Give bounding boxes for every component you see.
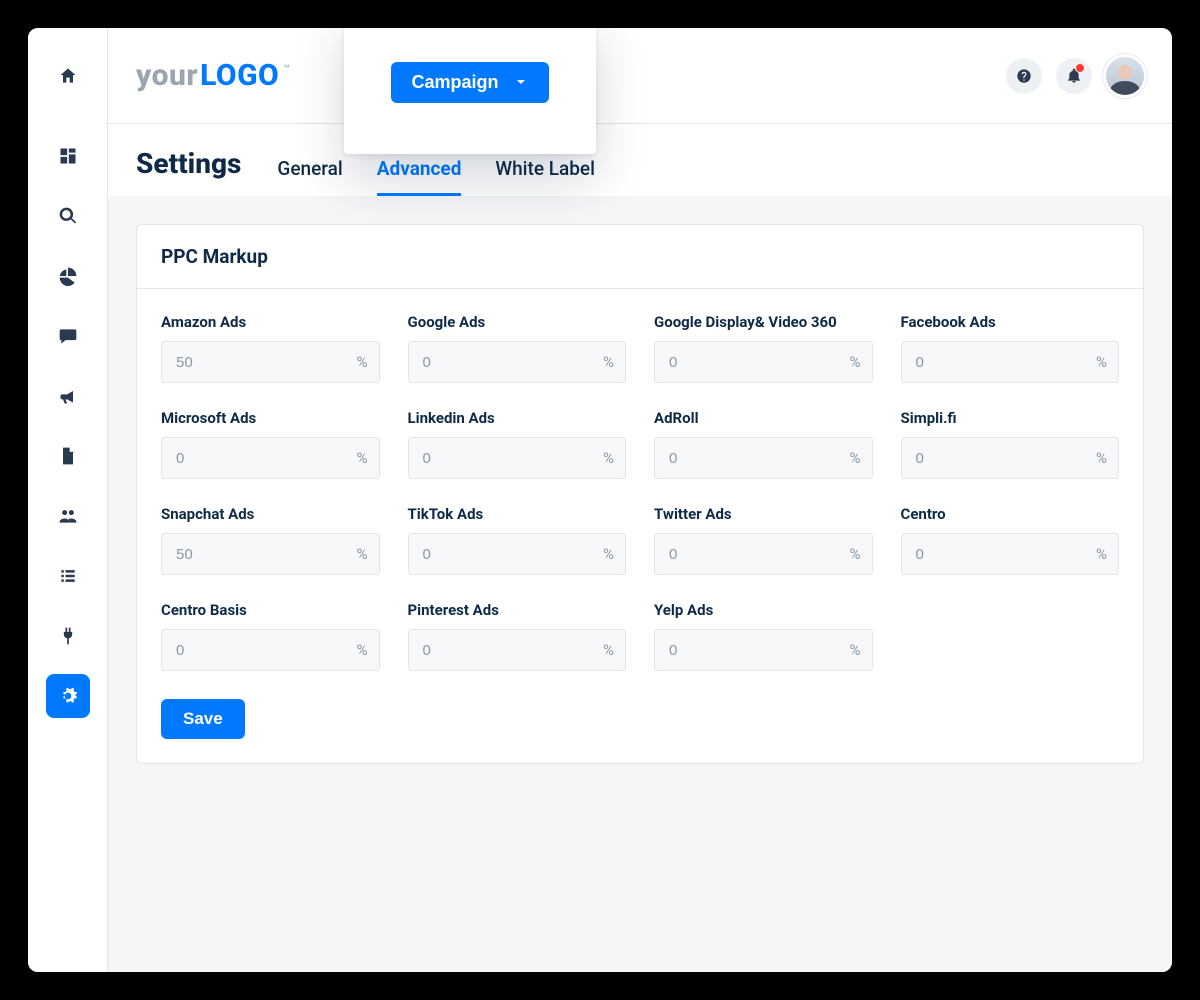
ppc-field: Google Display& Video 360% <box>654 313 873 383</box>
percent-input[interactable] <box>408 533 627 575</box>
chevron-down-icon <box>513 74 529 90</box>
avatar[interactable] <box>1106 57 1144 95</box>
field-label: Simpli.fi <box>901 409 1120 427</box>
ppc-field: Linkedin Ads% <box>408 409 627 479</box>
ppc-field: Pinterest Ads% <box>408 601 627 671</box>
logo-trademark: ™ <box>283 64 290 75</box>
sidebar-item-lists[interactable] <box>46 554 90 598</box>
list-icon <box>58 566 78 586</box>
percent-input[interactable] <box>161 437 380 479</box>
field-label: Yelp Ads <box>654 601 873 619</box>
sidebar-item-chat[interactable] <box>46 314 90 358</box>
field-label: Google Ads <box>408 313 627 331</box>
plug-icon <box>58 626 78 646</box>
percent-input[interactable] <box>161 533 380 575</box>
logo: your LOGO ™ <box>136 58 290 93</box>
field-label: Twitter Ads <box>654 505 873 523</box>
field-label: Centro <box>901 505 1120 523</box>
ppc-field: Snapchat Ads% <box>161 505 380 575</box>
sidebar-item-analytics[interactable] <box>46 254 90 298</box>
users-icon <box>58 506 78 526</box>
ppc-field: Facebook Ads% <box>901 313 1120 383</box>
campaign-dropdown[interactable]: Campaign <box>391 62 548 103</box>
question-icon <box>1016 68 1032 84</box>
sidebar-item-dashboard[interactable] <box>46 134 90 178</box>
tab-general[interactable]: General <box>277 157 342 196</box>
percent-input[interactable] <box>901 437 1120 479</box>
sidebar-item-search[interactable] <box>46 194 90 238</box>
percent-input[interactable] <box>161 341 380 383</box>
ppc-field: Twitter Ads% <box>654 505 873 575</box>
percent-input[interactable] <box>161 629 380 671</box>
campaign-dropdown-label: Campaign <box>411 72 498 93</box>
percent-input[interactable] <box>408 629 627 671</box>
help-button[interactable] <box>1006 58 1042 94</box>
ppc-field: Yelp Ads% <box>654 601 873 671</box>
field-label: Snapchat Ads <box>161 505 380 523</box>
chat-icon <box>58 326 78 346</box>
ppc-field: AdRoll% <box>654 409 873 479</box>
ppc-markup-card: PPC Markup Amazon Ads%Google Ads%Google … <box>136 224 1144 764</box>
field-label: AdRoll <box>654 409 873 427</box>
campaign-dropdown-card: Campaign <box>344 28 596 154</box>
ppc-field: Simpli.fi% <box>901 409 1120 479</box>
logo-part1: your <box>136 58 198 93</box>
ppc-field: Google Ads% <box>408 313 627 383</box>
sidebar-item-users[interactable] <box>46 494 90 538</box>
page-title: Settings <box>136 147 241 196</box>
sidebar-item-home[interactable] <box>46 54 90 98</box>
ppc-field: Centro Basis% <box>161 601 380 671</box>
content-area: PPC Markup Amazon Ads%Google Ads%Google … <box>108 196 1172 972</box>
field-label: Amazon Ads <box>161 313 380 331</box>
gear-icon <box>58 686 78 706</box>
logo-part2: LOGO <box>200 58 279 93</box>
card-title: PPC Markup <box>137 225 1143 289</box>
save-button[interactable]: Save <box>161 699 245 739</box>
tab-advanced[interactable]: Advanced <box>377 157 462 196</box>
notification-dot <box>1076 64 1084 72</box>
sidebar-item-integrations[interactable] <box>46 614 90 658</box>
dashboard-icon <box>58 146 78 166</box>
field-label: Google Display& Video 360 <box>654 313 873 331</box>
field-label: TikTok Ads <box>408 505 627 523</box>
percent-input[interactable] <box>654 437 873 479</box>
percent-input[interactable] <box>408 341 627 383</box>
percent-input[interactable] <box>901 533 1120 575</box>
tab-white-label[interactable]: White Label <box>495 157 595 196</box>
notifications-button[interactable] <box>1056 58 1092 94</box>
field-label: Linkedin Ads <box>408 409 627 427</box>
percent-input[interactable] <box>654 341 873 383</box>
field-label: Microsoft Ads <box>161 409 380 427</box>
sidebar-item-campaigns[interactable] <box>46 374 90 418</box>
piechart-icon <box>58 266 78 286</box>
page-subheader: Settings General Advanced White Label <box>108 124 1172 196</box>
megaphone-icon <box>58 386 78 406</box>
field-label: Centro Basis <box>161 601 380 619</box>
home-icon <box>58 66 78 86</box>
file-icon <box>58 446 78 466</box>
ppc-field: TikTok Ads% <box>408 505 627 575</box>
field-label: Facebook Ads <box>901 313 1120 331</box>
field-label: Pinterest Ads <box>408 601 627 619</box>
sidebar-nav <box>46 124 90 718</box>
percent-input[interactable] <box>654 533 873 575</box>
search-icon <box>58 206 78 226</box>
main-area: your LOGO ™ Campaign <box>108 28 1172 972</box>
sidebar <box>28 28 108 972</box>
topbar: your LOGO ™ Campaign <box>108 28 1172 124</box>
sidebar-item-settings[interactable] <box>46 674 90 718</box>
ppc-field: Centro% <box>901 505 1120 575</box>
percent-input[interactable] <box>654 629 873 671</box>
percent-input[interactable] <box>901 341 1120 383</box>
ppc-field: Amazon Ads% <box>161 313 380 383</box>
ppc-fields-grid: Amazon Ads% Google Ads% Google Display& Vi… <box>161 313 1119 671</box>
ppc-field: Microsoft Ads% <box>161 409 380 479</box>
percent-input[interactable] <box>408 437 627 479</box>
sidebar-item-files[interactable] <box>46 434 90 478</box>
